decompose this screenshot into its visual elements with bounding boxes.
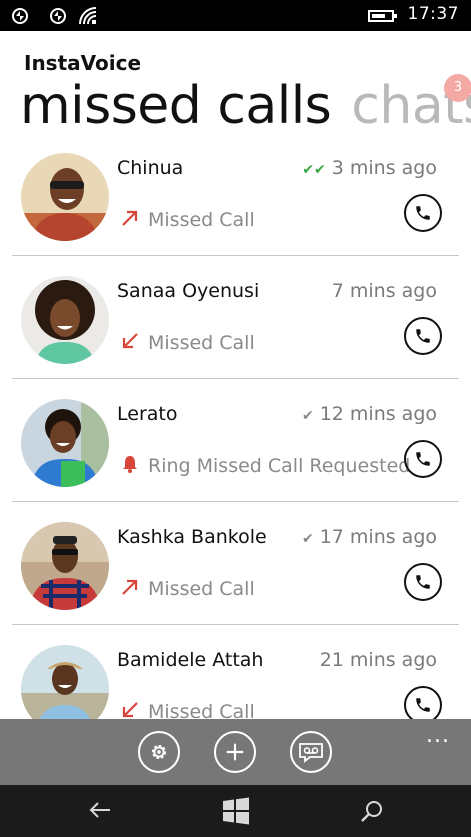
contact-name: Kashka Bankole — [117, 526, 267, 548]
check-icon: ✔ — [301, 408, 314, 424]
timestamp: ✔ 12 mins ago — [301, 403, 437, 425]
outgoing-arrow-icon — [122, 210, 138, 226]
settings-icon — [151, 744, 167, 760]
call-status: Missed Call — [120, 331, 255, 354]
voicemail-icon — [299, 743, 323, 763]
call-button[interactable] — [404, 194, 442, 232]
more-button[interactable]: ... — [426, 723, 450, 748]
windows-icon[interactable] — [222, 797, 250, 825]
timestamp: ✔✔ 3 mins ago — [302, 157, 437, 179]
pivot-header: missed callschats — [20, 76, 471, 136]
call-button[interactable] — [404, 440, 442, 478]
call-button[interactable] — [404, 317, 442, 355]
divider — [12, 501, 459, 502]
call-button[interactable] — [404, 563, 442, 601]
clock: 17:37 — [407, 4, 459, 24]
add-icon — [226, 743, 244, 761]
sync-icon — [50, 8, 66, 24]
search-icon[interactable] — [360, 799, 384, 823]
contact-name: Chinua — [117, 157, 184, 179]
bell-icon — [123, 456, 137, 473]
chats-unread-badge: 3 — [444, 74, 471, 102]
avatar — [21, 399, 109, 487]
avatar — [21, 276, 109, 364]
divider — [12, 378, 459, 379]
double-check-icon: ✔✔ — [302, 162, 326, 178]
timestamp: ✔ 17 mins ago — [301, 526, 437, 548]
phone-icon — [416, 698, 430, 712]
contact-name: Lerato — [117, 403, 178, 425]
call-status: Missed Call — [120, 577, 255, 600]
add-button[interactable] — [214, 731, 256, 773]
tab-missed-calls[interactable]: missed calls — [20, 76, 332, 136]
avatar — [21, 522, 109, 610]
settings-button[interactable] — [138, 731, 180, 773]
contact-name: Sanaa Oyenusi — [117, 280, 260, 302]
check-icon: ✔ — [301, 531, 314, 547]
incoming-arrow-icon — [122, 333, 138, 349]
divider — [12, 624, 459, 625]
battery-icon — [368, 10, 397, 22]
phone-icon — [416, 329, 430, 343]
divider — [12, 255, 459, 256]
call-status: Missed Call — [120, 208, 255, 231]
phone-icon — [416, 452, 430, 466]
back-icon[interactable] — [88, 799, 112, 821]
contact-name: Bamidele Attah — [117, 649, 264, 671]
app-bar: ... — [0, 719, 471, 785]
avatar — [21, 153, 109, 241]
timestamp: 21 mins ago — [319, 649, 437, 671]
call-status: Ring Missed Call Requested — [120, 454, 410, 477]
status-bar: 17:37 — [0, 0, 471, 31]
wifi-icon — [79, 7, 97, 25]
system-nav-bar — [0, 785, 471, 837]
outgoing-arrow-icon — [122, 579, 138, 595]
voicemail-button[interactable] — [290, 731, 332, 773]
sync-icon — [12, 8, 28, 24]
incoming-arrow-icon — [122, 702, 138, 718]
app-title: InstaVoice — [24, 51, 142, 75]
timestamp: 7 mins ago — [331, 280, 437, 302]
phone-icon — [416, 575, 430, 589]
phone-icon — [416, 206, 430, 220]
